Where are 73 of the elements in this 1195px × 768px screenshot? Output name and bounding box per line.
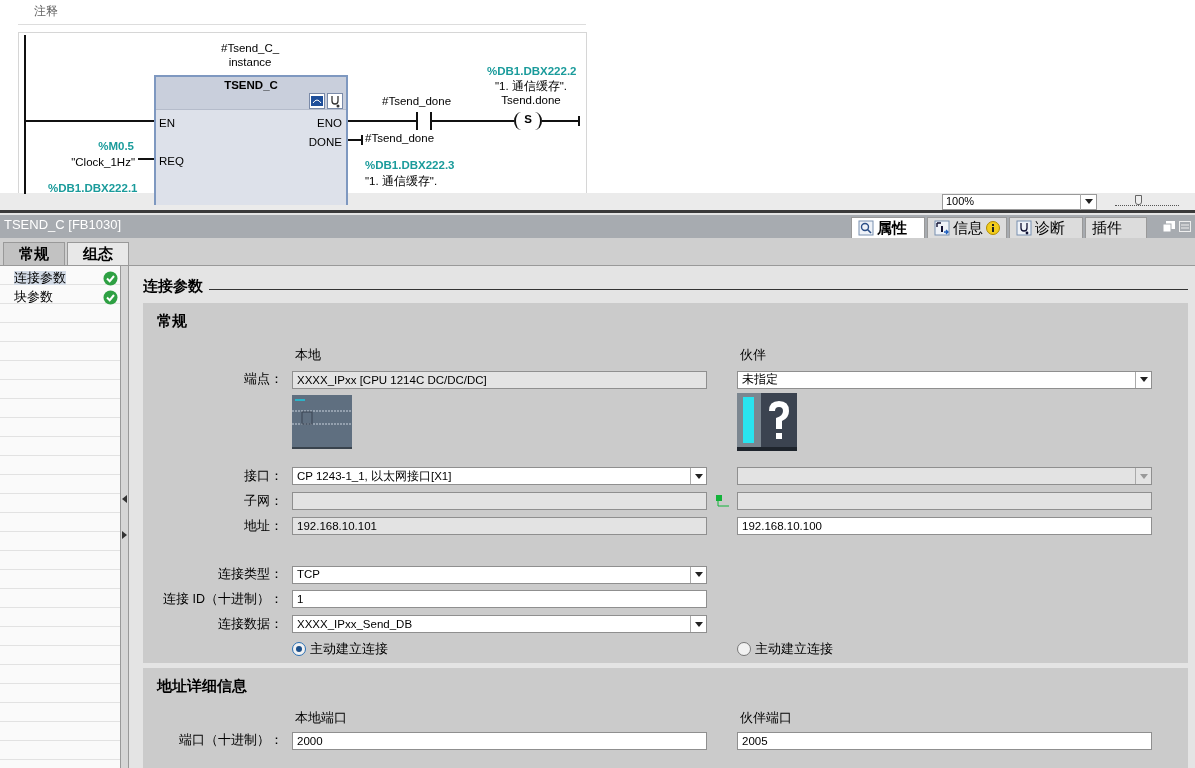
zoom-slider[interactable]	[1115, 197, 1179, 206]
operand-name: #Tsend_done	[365, 131, 435, 145]
comment-label: 注释	[34, 3, 58, 20]
plc-drawing	[292, 395, 352, 449]
dropdown[interactable]: 未指定	[737, 370, 1152, 389]
panel-tab[interactable]: 插件	[1085, 217, 1147, 238]
pin-label: ENO	[317, 116, 342, 130]
dropdown[interactable]: XXXX_IPxx_Send_DB	[292, 615, 707, 634]
caret-icon	[1080, 193, 1096, 210]
operand-address: %M0.5	[98, 139, 134, 153]
contact-operand: #Tsend_done	[382, 94, 452, 108]
caret-icon	[690, 468, 706, 485]
nav-item[interactable]: 块参数	[0, 288, 102, 307]
field-label: 端点：	[243, 371, 284, 389]
stethoscope-icon	[1016, 220, 1032, 236]
dropdown[interactable]: CP 1243-1_1, 以太网接口[X1]	[292, 467, 707, 486]
panel-title: TSEND_C [FB1030]	[3, 215, 123, 234]
rung-wire	[541, 115, 580, 127]
radio-label: 主动建立连接	[310, 640, 388, 658]
section-tab[interactable]: 组态	[67, 242, 129, 265]
rung-wire	[347, 120, 417, 122]
input-field[interactable]: 2005	[737, 731, 1152, 750]
operand-symbol: "1. 通信缓存".	[365, 174, 438, 188]
field-label: 子网：	[243, 492, 284, 510]
zoom-dropdown[interactable]: 100%	[942, 193, 1097, 210]
field-label: 连接 ID（十进制）：	[162, 591, 284, 608]
field-label: 地址：	[243, 517, 284, 535]
field-label: 连接类型：	[217, 566, 284, 584]
radio-button[interactable]	[292, 641, 306, 656]
instance-name: #Tsend_C_ instance	[221, 41, 280, 69]
pin-label: DONE	[308, 135, 342, 149]
stethoscope-icon	[327, 93, 343, 109]
column-header: 本地	[294, 346, 322, 364]
unknown-device-icon	[737, 393, 797, 451]
field-label: 端口（十进制）：	[178, 732, 284, 750]
column-header: 伙伴端口	[739, 709, 793, 727]
input-field[interactable]: 192.168.10.100	[737, 516, 1152, 535]
dropdown[interactable]: TCP	[292, 565, 707, 584]
block-title: TSEND_C	[223, 78, 279, 92]
coil-symbol-name: "1. 通信缓存". Tsend.done	[493, 79, 569, 107]
nav-item[interactable]: 连接参数	[0, 269, 102, 288]
output-wire	[347, 134, 363, 146]
panel-tab[interactable]: 信息	[927, 217, 1007, 238]
field-label: 连接数据：	[217, 615, 284, 633]
radio-button[interactable]	[737, 641, 751, 656]
caret-icon	[1135, 371, 1151, 388]
contact-symbol	[416, 111, 432, 131]
operand-address: %DB1.DBX222.1	[48, 181, 138, 195]
column-header: 本地端口	[294, 709, 348, 727]
field-label: 接口：	[243, 468, 284, 485]
section-heading: 连接参数	[143, 277, 203, 296]
section-tab[interactable]: 常规	[3, 242, 65, 265]
section-title: 地址详细信息	[157, 676, 248, 696]
section-title: 常规	[157, 311, 188, 331]
caret-icon	[690, 566, 706, 583]
panel-tab[interactable]: 属性	[851, 217, 925, 238]
input-wire	[137, 158, 155, 160]
panel-tab[interactable]: 诊断	[1009, 217, 1083, 238]
operand-symbol: "Clock_1Hz"	[71, 155, 135, 169]
pin-label: REQ	[159, 154, 184, 168]
arrows-icon	[934, 220, 950, 236]
coil-address: %DB1.DBX222.2	[487, 64, 577, 78]
input-field[interactable]: 1	[292, 590, 707, 609]
set-coil: S	[514, 112, 542, 130]
radio-label: 主动建立连接	[755, 640, 833, 658]
slider-thumb[interactable]	[1134, 194, 1142, 205]
input-field[interactable]: 2000	[292, 731, 707, 750]
caret-icon	[690, 616, 706, 633]
magnifier-icon	[858, 220, 874, 236]
column-header: 伙伴	[739, 346, 767, 364]
operand-address: %DB1.DBX222.3	[365, 158, 455, 172]
block-settings-icon	[309, 93, 325, 109]
pin-label: EN	[159, 116, 175, 130]
